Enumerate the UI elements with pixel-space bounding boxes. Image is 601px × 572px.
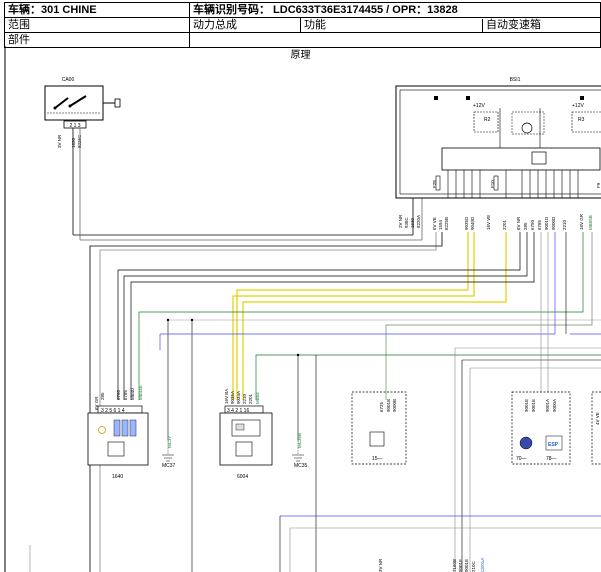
mc35-label: MC35 xyxy=(294,463,308,469)
bsi-mid-wire-4: 9040D xyxy=(470,216,475,230)
ca00-wire-1: 1630 xyxy=(71,137,76,148)
bsi-right-wire-2: 6750 xyxy=(530,219,535,230)
wiring-diagram: CA00 2 1 3 3V NR 1630 8225C BSI1 +12V +1… xyxy=(4,46,601,572)
c1640-label: 1640 xyxy=(112,474,123,480)
bottom-wire-4: 210C xyxy=(471,560,476,572)
esp-label: ESP xyxy=(548,442,559,448)
mark-seventy-eight: 78— xyxy=(546,456,557,462)
bsi-left-wire-3: 8220A xyxy=(416,215,421,228)
bsi-mid-wire-6: 2201 xyxy=(502,219,507,230)
bsi-chip-icon xyxy=(531,151,547,165)
bsi-mid-wire-2: 8225B xyxy=(444,217,449,230)
ca00-pins: 2 1 3 xyxy=(69,123,80,129)
right-wire-2: 9001A xyxy=(545,399,550,412)
c6004-component: 16V BA 9035A 9034A 2210 2201 MB04 3 4 2 … xyxy=(219,389,273,480)
abs-icon xyxy=(519,436,533,450)
mark-fifteen: 15— xyxy=(372,456,383,462)
mark-seventy: 70— xyxy=(516,456,527,462)
mid-wire-1: 9001B xyxy=(386,399,391,412)
c6004-wire-5: MB04 xyxy=(255,392,260,404)
key-icon xyxy=(114,98,121,108)
lamp-icon xyxy=(98,426,106,434)
motor-icon xyxy=(521,122,533,134)
module-icon xyxy=(369,431,385,447)
bsi-right-wire-6: 2210 xyxy=(562,219,567,230)
mid-wire-0: 6725 xyxy=(379,401,384,412)
ground-icon xyxy=(292,454,304,462)
mid-module: 6725 9001B 9000B 15— xyxy=(351,391,407,465)
ca00-component: CA00 2 1 3 3V NR 1630 8225C xyxy=(44,77,121,148)
c1640-wire-5: MB44E xyxy=(138,385,143,400)
mc37-label: MC37 xyxy=(162,463,176,469)
fuse-f9: F9 xyxy=(596,182,601,188)
c1640-component: 6V GR 285 6760 6785 MB40 MB44E 3 2 5 6 1… xyxy=(87,385,149,480)
bsi-mid-wire-3: 9035D xyxy=(464,216,469,230)
bsi-left-wire-0: 2V NR xyxy=(398,214,403,228)
bsi-left-wire-1: 938C xyxy=(404,216,409,228)
plus12v-b: +12V xyxy=(572,103,584,109)
c6004-wire-3: 2210 xyxy=(242,393,247,404)
c6004-wire-4: 2201 xyxy=(248,393,253,404)
mc37-ground: MC37 MC37 xyxy=(162,435,176,469)
bsi-mid-wire-5: 16V VE xyxy=(486,215,491,230)
c6004-wire-0: 16V BA xyxy=(224,389,229,404)
bsi-right-wire-0: 6V NR xyxy=(516,216,521,230)
mc35-ground: MC35B MC35 xyxy=(292,433,308,469)
relay-r2: R2 xyxy=(484,117,491,123)
relay-r3: R3 xyxy=(578,117,585,123)
right-wire-0: 9001E xyxy=(524,399,529,412)
bsi-right-wire-7: 16V GR xyxy=(579,213,584,230)
c6004-label: 6004 xyxy=(237,474,248,480)
right-wire-3: 9000A xyxy=(552,399,557,412)
mid-wire-2: 9000B xyxy=(392,399,397,412)
bsi-right-wire-5: 9000D xyxy=(551,216,556,230)
far-right-wire: 4V VE xyxy=(595,412,600,425)
bsi-mid-wire-0: 6V VE xyxy=(432,217,437,230)
bottom-wire-1: 7160B xyxy=(452,559,457,572)
bottom-wire-2: 9001E xyxy=(458,559,463,572)
switch-icon xyxy=(107,441,125,457)
bottom-wire-3: 9001E xyxy=(464,559,469,572)
c1640-wire-1: 285 xyxy=(100,392,105,400)
right-wire-1: 9001E xyxy=(531,399,536,412)
bottom-wire-5: CE01A xyxy=(480,558,485,572)
c1640-wire-3: 6785 xyxy=(123,389,128,400)
c1640-wire-4: MB40 xyxy=(130,388,135,400)
bsi1-label: BSI1 xyxy=(510,77,521,83)
bsi-right-wire-4: 9001D xyxy=(544,216,549,230)
sensor-icon xyxy=(235,441,253,457)
bsi-left-wire-2: 1630 xyxy=(410,217,415,228)
plus12v-a: +12V xyxy=(473,103,485,109)
c6004-wire-2: 9034A xyxy=(236,391,241,404)
right-module: 9001E 9001E 9001A 9000A ESP 70— 78— xyxy=(511,391,571,465)
bottom-wire-0: 3V NR xyxy=(378,558,383,572)
bsi-right-wire-8: MB55B xyxy=(588,215,593,230)
c6004-wire-1: 9035A xyxy=(230,391,235,404)
ca00-wire-2: 8225C xyxy=(77,134,82,148)
ca00-wire-0: 3V NR xyxy=(57,134,62,148)
bsi-mid-wire-1: 1594 xyxy=(438,219,443,230)
ground-icon xyxy=(162,454,174,462)
c1640-wire-2: 6760 xyxy=(116,389,121,400)
ca00-label: CA00 xyxy=(62,77,75,83)
bsi-right-wire-1: 285 xyxy=(523,222,528,230)
bsi-right-wire-3: 6785 xyxy=(537,219,542,230)
